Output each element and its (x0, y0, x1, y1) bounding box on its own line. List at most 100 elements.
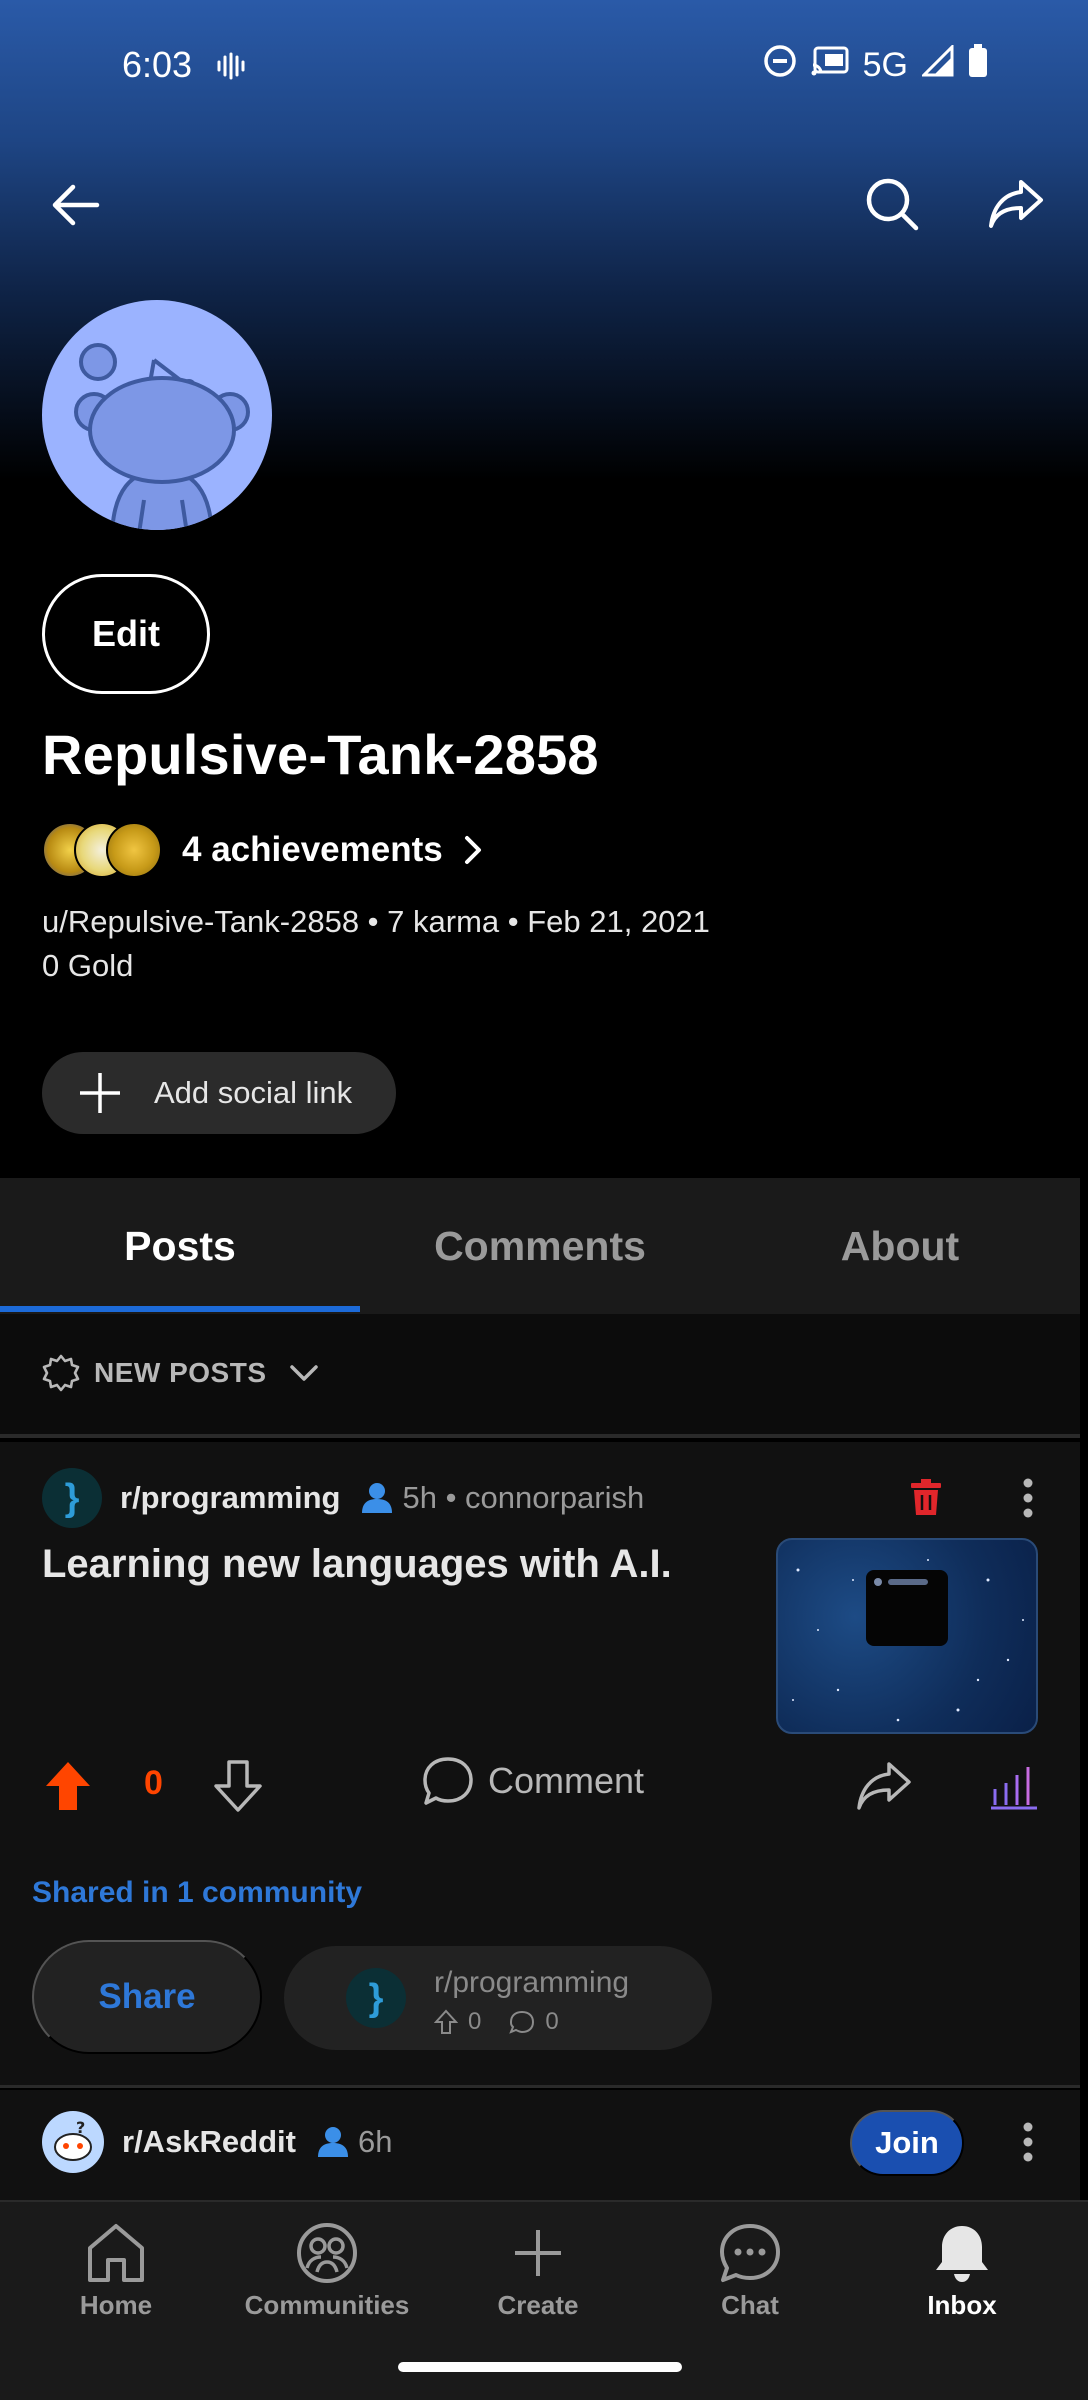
status-time: 6:03 (122, 44, 193, 85)
home-icon (88, 2224, 144, 2282)
signal-icon (920, 43, 954, 86)
nav-home-label: Home (79, 2290, 153, 2320)
create-icon (515, 2230, 561, 2276)
post-actions: 0 Comment (0, 1742, 1080, 1832)
person-icon (360, 1482, 394, 1514)
search-button[interactable] (856, 168, 928, 240)
post-card[interactable]: ? r/AskReddit 6h Join (0, 2090, 1080, 2200)
arrow-left-icon (52, 184, 100, 226)
achievements-label: 4 achievements (182, 830, 443, 869)
profile-tabs: Posts Comments About (0, 1178, 1080, 1314)
post-time: 6h (357, 2124, 393, 2159)
battery-icon (968, 44, 988, 87)
achievement-badge-3 (106, 822, 162, 878)
post-overflow-menu[interactable] (1008, 1470, 1048, 1526)
join-button[interactable]: Join (850, 2110, 964, 2176)
downvote-icon (214, 1760, 262, 1812)
post-card[interactable]: } r/programming 5h • connorparish Learni… (0, 1442, 1080, 2088)
nav-create[interactable]: Create (438, 2222, 638, 2342)
post-title[interactable]: Learning new languages with A.I. (42, 1542, 722, 1587)
sort-label: NEW POSTS (94, 1357, 267, 1388)
crosspost-stats: 0 0 (434, 2008, 559, 2036)
post-thumbnail[interactable] (776, 1538, 1038, 1734)
status-icons: 5G (763, 43, 988, 87)
subreddit-name[interactable]: r/AskReddit (122, 2124, 296, 2160)
nav-home[interactable]: Home (16, 2222, 216, 2342)
nav-chat[interactable]: Chat (650, 2222, 850, 2342)
post-share-button[interactable] (852, 1756, 916, 1816)
back-button[interactable] (40, 170, 110, 240)
tab-comments[interactable]: Comments (360, 1178, 720, 1314)
askreddit-icon: ? (54, 2118, 92, 2161)
achievements-link[interactable]: 4 achievements (42, 818, 483, 882)
profile-avatar[interactable] (42, 300, 272, 530)
chevron-right-icon (463, 834, 483, 866)
upvote-button[interactable] (40, 1756, 96, 1816)
plus-icon (78, 1071, 122, 1115)
post-header: } r/programming 5h • connorparish (42, 1466, 644, 1530)
edit-profile-button[interactable]: Edit (42, 574, 210, 694)
downvote-button[interactable] (210, 1756, 266, 1816)
insights-button[interactable] (986, 1756, 1042, 1816)
more-vertical-icon (1023, 1478, 1033, 1518)
crosspost-comments: 0 (545, 2008, 559, 2035)
upvote-icon (46, 1762, 90, 1810)
crosspost-chip[interactable]: } r/programming 0 0 (284, 1946, 712, 2050)
terminal-window-image (866, 1570, 948, 1646)
dnd-icon (763, 44, 797, 87)
comment-label: Comment (488, 1760, 645, 1801)
nav-inbox-label: Inbox (927, 2290, 997, 2320)
subreddit-name[interactable]: r/programming (120, 1480, 340, 1516)
chevron-down-icon (289, 1363, 319, 1383)
vibrate-icon (216, 52, 246, 85)
profile-username: Repulsive-Tank-2858 (42, 723, 599, 786)
add-social-link-label: Add social link (154, 1075, 353, 1110)
nav-communities-label: Communities (244, 2290, 410, 2320)
subreddit-icon[interactable]: } (42, 1468, 102, 1528)
tab-about[interactable]: About (720, 1178, 1080, 1314)
nav-inbox[interactable]: Inbox (862, 2222, 1062, 2342)
upvote-outline-icon (434, 2009, 458, 2034)
snoo-avatar-icon (74, 343, 250, 530)
comment-button[interactable]: Comment (422, 1756, 644, 1806)
communities-icon (297, 2223, 357, 2283)
cast-icon (811, 45, 849, 86)
inbox-icon (936, 2226, 988, 2282)
active-tab-indicator (0, 1306, 360, 1312)
delete-post-button[interactable] (906, 1472, 946, 1522)
comment-icon (423, 1757, 473, 1805)
post-header: ? r/AskReddit 6h (42, 2110, 392, 2174)
subreddit-avatar[interactable]: ? (42, 2111, 104, 2173)
share-profile-button[interactable] (980, 168, 1052, 240)
crosspost-upvotes: 0 (468, 2008, 482, 2035)
network-type: 5G (862, 46, 908, 84)
chat-icon (720, 2224, 780, 2282)
crosspost-subreddit-icon: } (346, 1968, 406, 2028)
tab-posts[interactable]: Posts (0, 1178, 360, 1314)
svg-text:?: ? (76, 2118, 85, 2137)
shared-in-label[interactable]: Shared in 1 community (32, 1876, 362, 1910)
profile-meta: u/Repulsive-Tank-2858 • 7 karma • Feb 21… (42, 904, 710, 939)
sparkle-badge-icon (42, 1354, 80, 1392)
post-overflow-menu[interactable] (1008, 2114, 1048, 2170)
share-icon (989, 180, 1043, 228)
bar-chart-icon (991, 1767, 1037, 1810)
sort-dropdown[interactable]: NEW POSTS (42, 1354, 319, 1392)
share-to-community-button[interactable]: Share (32, 1940, 262, 2054)
share-icon (857, 1762, 911, 1810)
status-bar: 6:03 5G (0, 0, 1088, 130)
crosspost-subreddit-name: r/programming (434, 1966, 630, 1999)
more-vertical-icon (1023, 2122, 1033, 2162)
sort-bar: NEW POSTS (0, 1314, 1080, 1438)
person-icon (316, 2126, 350, 2158)
nav-create-label: Create (497, 2290, 579, 2320)
trash-icon (911, 1479, 941, 1515)
home-gesture-bar[interactable] (398, 2362, 682, 2372)
achievement-badges (42, 818, 172, 882)
nav-communities[interactable]: Communities (227, 2222, 427, 2342)
gold-count: 0 Gold (42, 948, 134, 983)
add-social-link-button[interactable]: Add social link (42, 1052, 396, 1134)
nav-chat-label: Chat (721, 2290, 779, 2320)
vote-count: 0 (144, 1764, 163, 1802)
post-time-author: 5h • connorparish (402, 1480, 645, 1515)
